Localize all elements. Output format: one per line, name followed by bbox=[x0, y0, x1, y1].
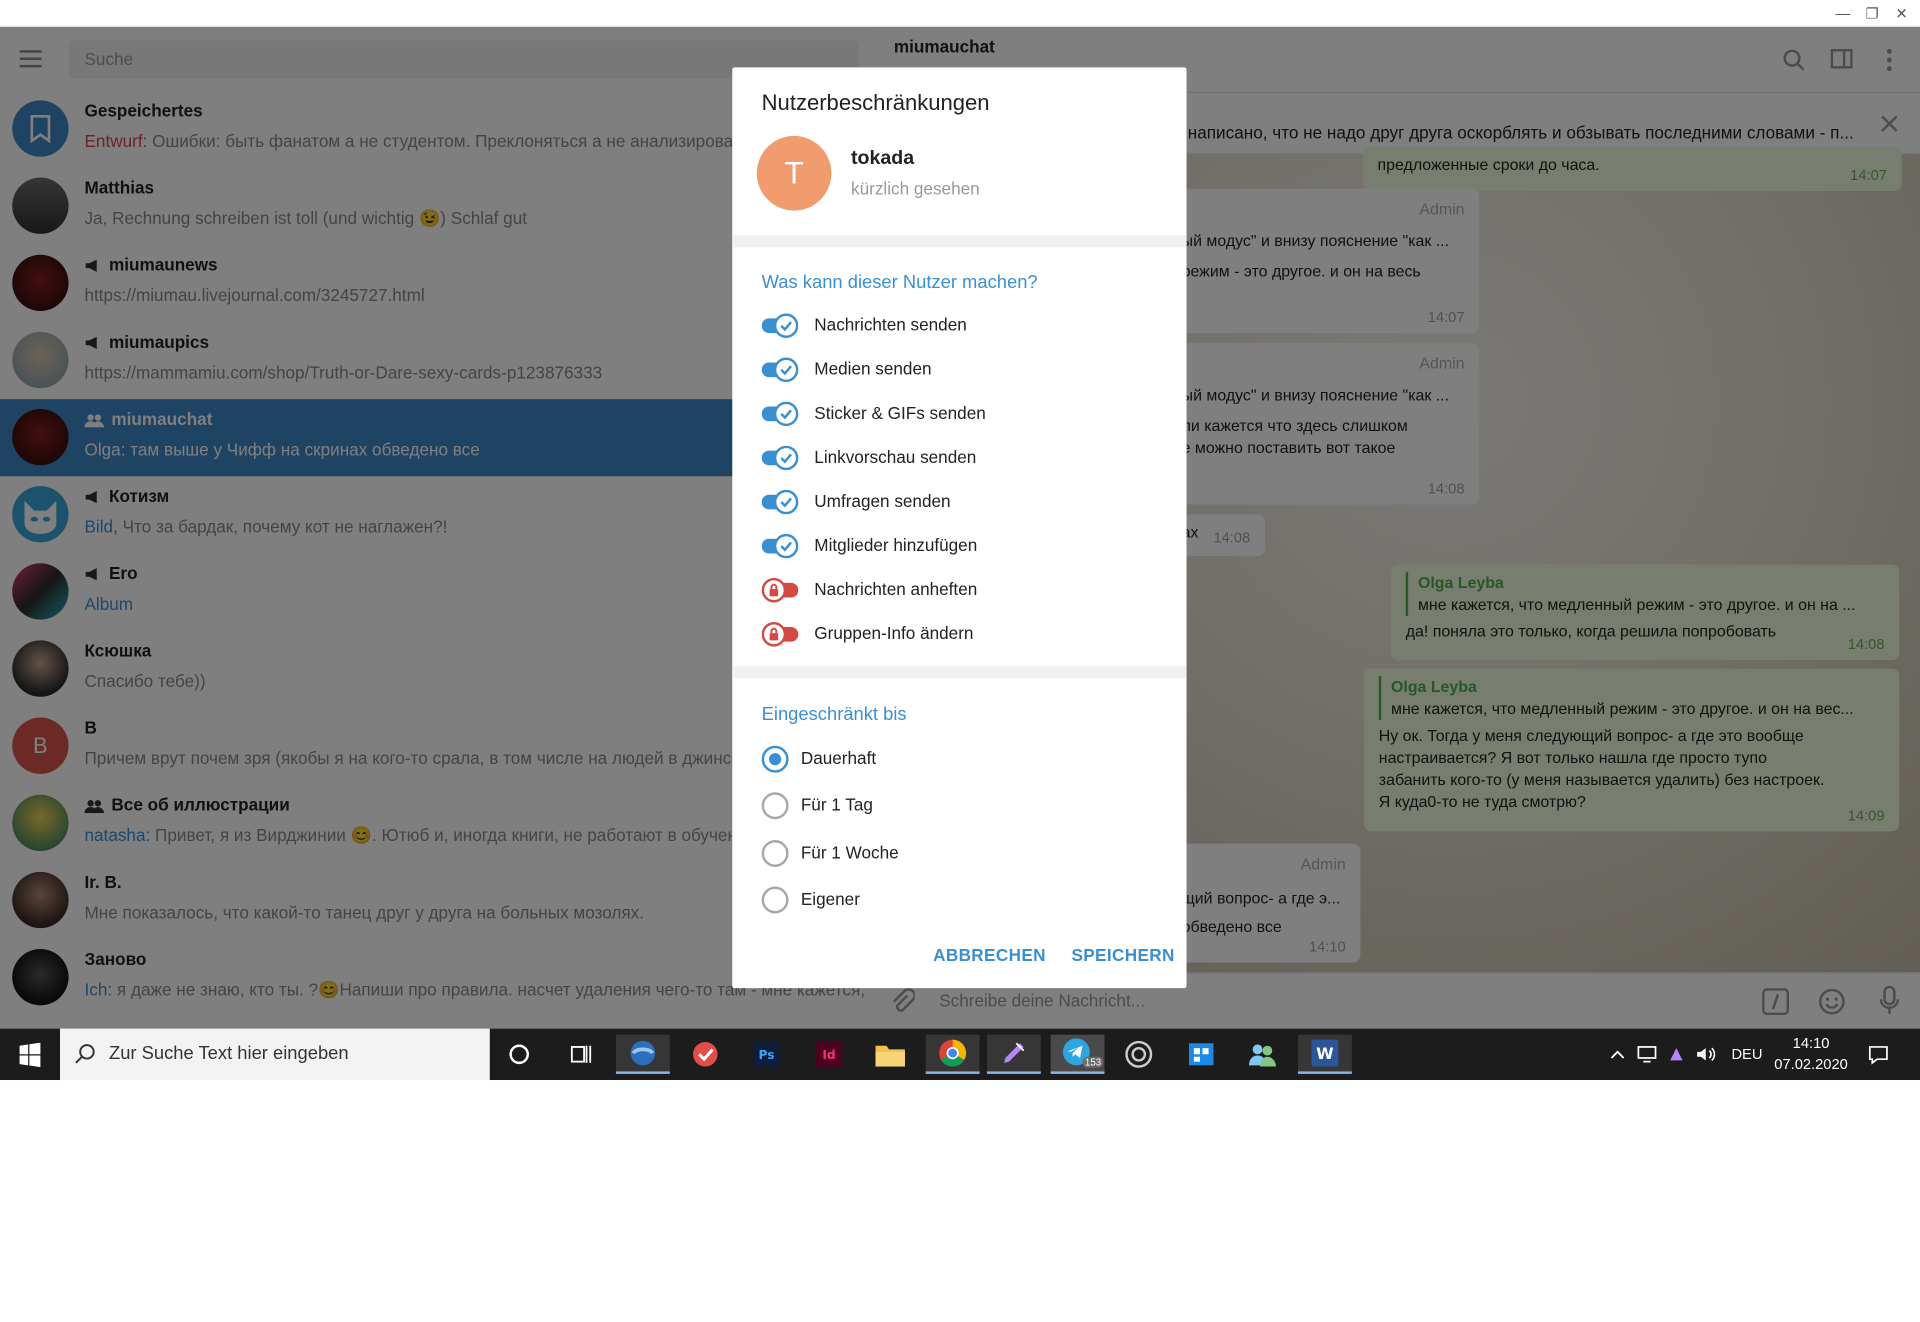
radio-selected-icon[interactable] bbox=[761, 745, 789, 773]
clock-time: 14:10 bbox=[1792, 1034, 1830, 1052]
thunderbird-icon[interactable] bbox=[615, 1034, 670, 1074]
file-explorer-icon[interactable] bbox=[863, 1035, 917, 1074]
permission-label: Umfragen senden bbox=[814, 491, 951, 511]
system-clock[interactable]: 14:10 07.02.2020 bbox=[1772, 1033, 1850, 1075]
permission-label: Linkvorschau senden bbox=[814, 446, 977, 467]
clock-date: 07.02.2020 bbox=[1774, 1055, 1848, 1073]
todo-app-icon[interactable] bbox=[678, 1035, 732, 1074]
search-icon bbox=[75, 1043, 97, 1065]
tray-chevron-icon[interactable] bbox=[1607, 1043, 1629, 1065]
store-app-icon[interactable] bbox=[1174, 1035, 1228, 1074]
telegram-icon[interactable]: 153 bbox=[1050, 1034, 1105, 1074]
people-icon[interactable] bbox=[1236, 1035, 1290, 1074]
radio-icon[interactable] bbox=[761, 792, 789, 820]
user-avatar: T bbox=[756, 135, 832, 211]
toggle-on-icon[interactable] bbox=[761, 313, 799, 338]
user-restrictions-dialog: Nutzerbeschränkungen T tokada kürzlich g… bbox=[732, 67, 1187, 989]
toggle-on-icon[interactable] bbox=[761, 357, 799, 383]
permission-label: Gruppen-Info ändern bbox=[814, 623, 974, 643]
spiral-app-icon[interactable] bbox=[1112, 1035, 1166, 1074]
permissions-heading: Was kann dieser Nutzer machen? bbox=[761, 271, 1038, 293]
toggle-on-icon[interactable] bbox=[761, 445, 799, 471]
photoshop-icon[interactable]: Ps bbox=[740, 1035, 794, 1074]
permission-label: Mitglieder hinzufügen bbox=[814, 535, 978, 555]
notifications-icon[interactable] bbox=[1867, 1043, 1889, 1065]
start-button[interactable] bbox=[0, 1029, 59, 1080]
permission-label: Nachrichten senden bbox=[814, 314, 967, 335]
toggle-on-icon[interactable] bbox=[761, 533, 799, 559]
close-icon[interactable]: ✕ bbox=[1892, 4, 1912, 24]
svg-text:W: W bbox=[1316, 1044, 1334, 1063]
input-language[interactable]: DEU bbox=[1731, 1046, 1762, 1063]
section-divider bbox=[732, 666, 1187, 679]
dialog-title: Nutzerbeschränkungen bbox=[761, 90, 990, 116]
toggle-on-icon[interactable] bbox=[761, 489, 799, 515]
toggle-locked-icon[interactable] bbox=[761, 577, 799, 603]
volume-icon[interactable] bbox=[1695, 1043, 1717, 1065]
permission-label: Sticker & GIFs senden bbox=[814, 402, 986, 423]
word-icon[interactable]: W bbox=[1297, 1034, 1352, 1074]
indesign-icon[interactable]: Id bbox=[802, 1035, 856, 1074]
svg-text:Id: Id bbox=[822, 1048, 835, 1062]
windows-taskbar: Zur Suche Text hier eingeben Ps Id 153 W… bbox=[0, 1028, 1920, 1081]
tray-app-icon[interactable] bbox=[1665, 1043, 1687, 1065]
pen-tool-app-icon[interactable] bbox=[986, 1034, 1041, 1074]
taskbar-search-input[interactable]: Zur Suche Text hier eingeben bbox=[60, 1028, 490, 1081]
task-view-icon[interactable] bbox=[553, 1035, 607, 1074]
permission-label: Medien senden bbox=[814, 358, 932, 379]
minimize-icon[interactable]: — bbox=[1833, 4, 1853, 24]
user-name: tokada bbox=[851, 148, 915, 169]
duration-label: Dauerhaft bbox=[800, 748, 877, 768]
radio-icon[interactable] bbox=[761, 886, 789, 914]
svg-text:Ps: Ps bbox=[759, 1048, 775, 1062]
window-title-bar: — ❐ ✕ bbox=[0, 0, 1920, 27]
user-status: kürzlich gesehen bbox=[851, 178, 980, 199]
duration-label: Eigener bbox=[800, 888, 860, 909]
network-icon[interactable] bbox=[1636, 1043, 1658, 1065]
toggle-locked-icon[interactable] bbox=[761, 622, 799, 647]
restore-icon[interactable]: ❐ bbox=[1862, 4, 1882, 24]
radio-icon[interactable] bbox=[761, 840, 789, 867]
toggle-on-icon[interactable] bbox=[761, 401, 799, 427]
chrome-icon[interactable] bbox=[925, 1034, 980, 1074]
restricted-until-heading: Eingeschränkt bis bbox=[761, 704, 907, 725]
duration-label: Für 1 Woche bbox=[800, 842, 899, 863]
cancel-button[interactable]: ABBRECHEN bbox=[933, 945, 1046, 965]
save-button[interactable]: SPEICHERN bbox=[1071, 945, 1174, 965]
cortana-icon[interactable] bbox=[492, 1035, 546, 1074]
duration-label: Für 1 Tag bbox=[800, 794, 873, 815]
permission-label: Nachrichten anheften bbox=[814, 579, 978, 599]
section-divider bbox=[732, 235, 1187, 248]
telegram-unread-badge: 153 bbox=[1082, 1056, 1104, 1068]
